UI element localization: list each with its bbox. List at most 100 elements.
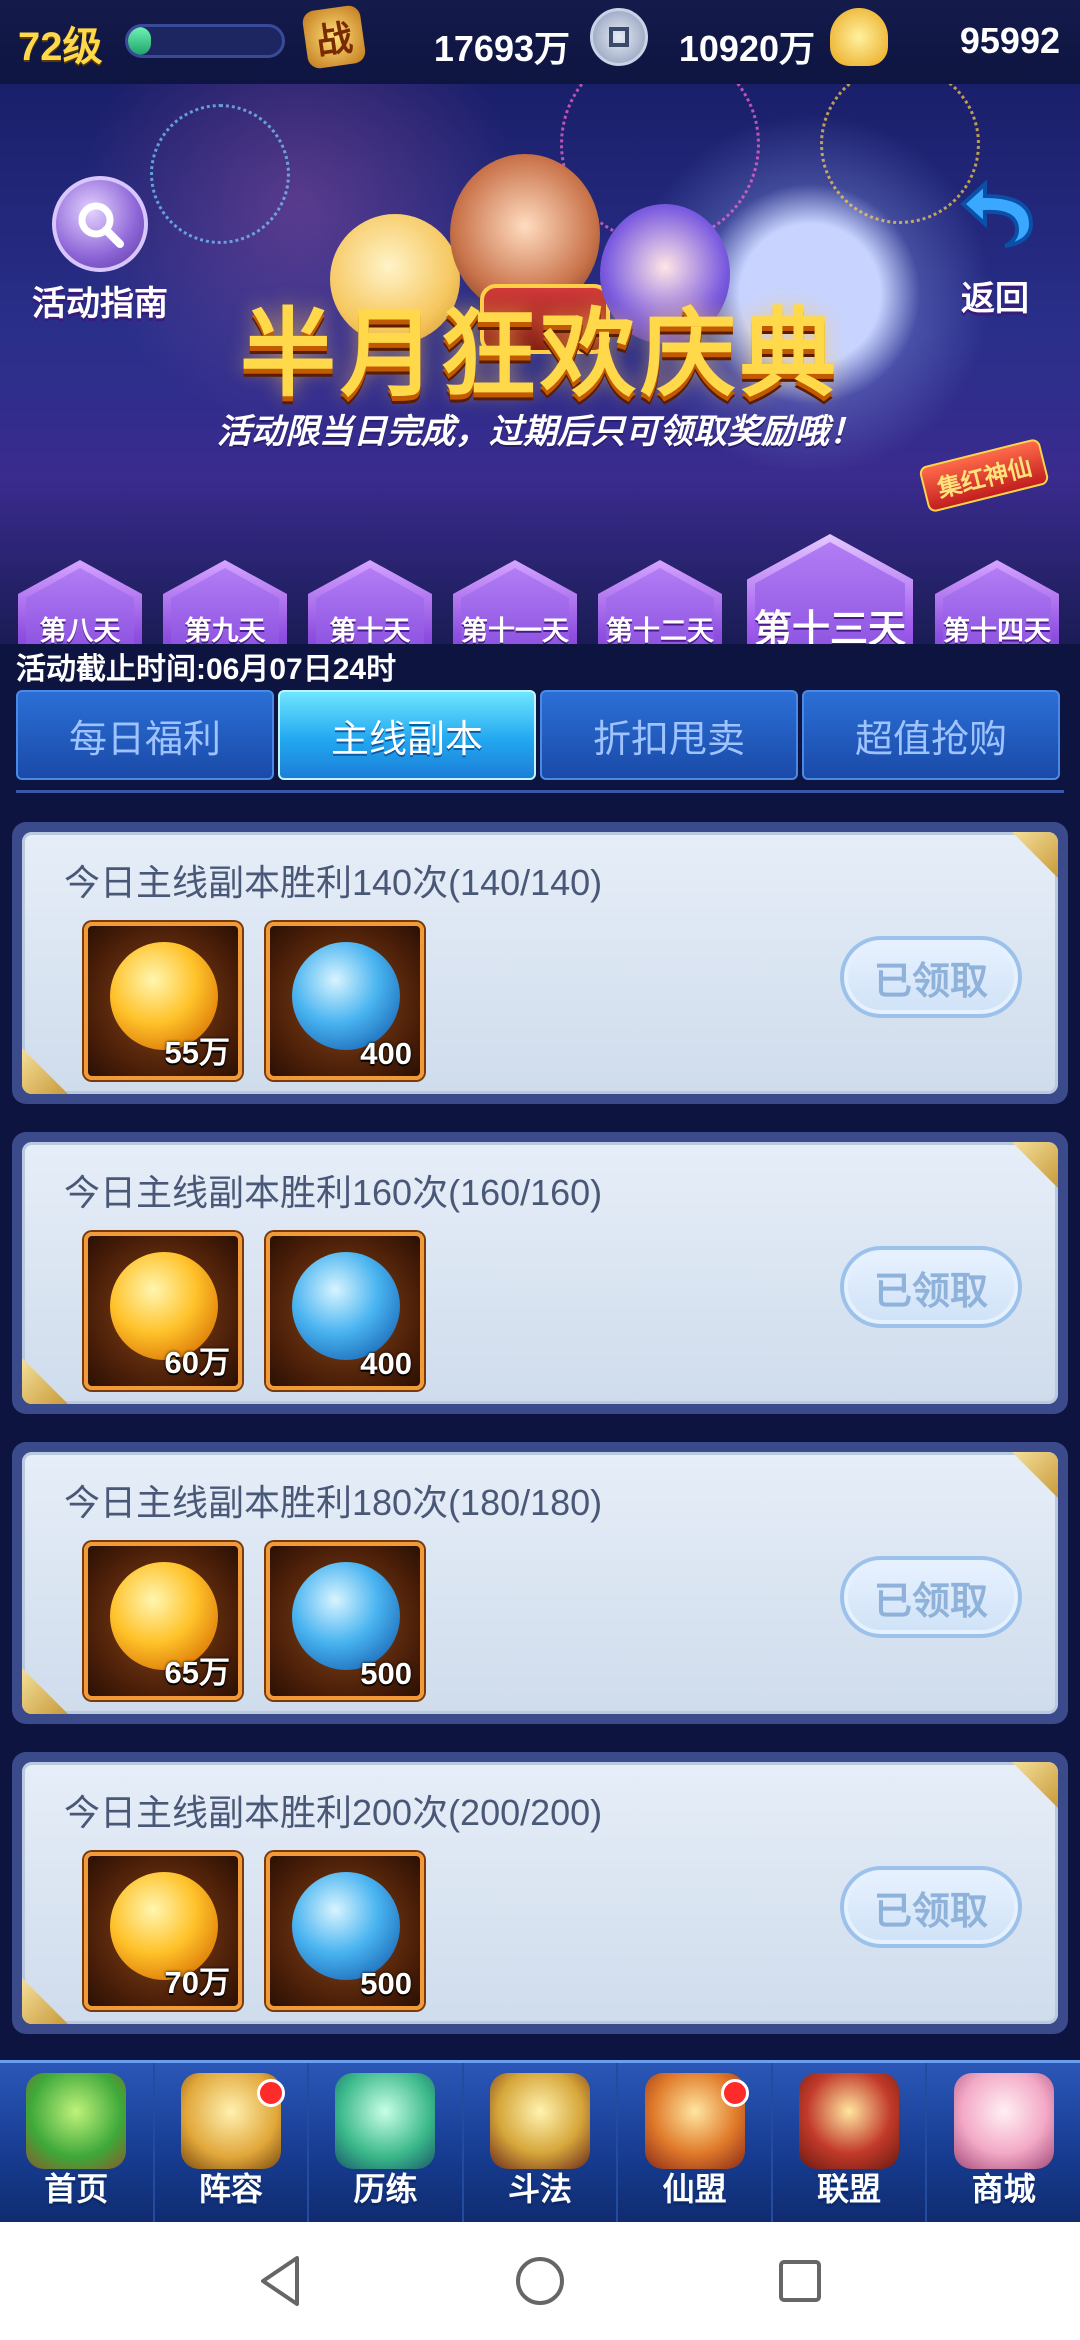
corner-ornament	[1012, 1762, 1058, 1808]
reward-amount: 65万	[164, 1655, 230, 1690]
reward-amount: 70万	[164, 1965, 230, 2000]
task-card: 今日主线副本胜利200次(200/200) 70万 500 已领取	[12, 1752, 1068, 2034]
nav-home[interactable]: 首页	[0, 2063, 155, 2222]
player-level: 72级	[18, 25, 103, 69]
tab-discount-sale[interactable]: 折扣甩卖	[540, 690, 798, 780]
power-icon: 战	[301, 4, 367, 70]
corner-ornament	[22, 1358, 68, 1404]
corner-ornament	[1012, 1142, 1058, 1188]
day-tab-13[interactable]: 第十三天	[747, 534, 913, 644]
nav-label: 阵容	[198, 2171, 263, 2207]
blue-orb-icon	[292, 942, 400, 1050]
island-icon	[26, 2073, 127, 2169]
nav-label: 首页	[44, 2171, 109, 2207]
reward-item-blue[interactable]: 500	[266, 1542, 424, 1700]
home-circle-icon[interactable]	[510, 2251, 570, 2311]
day-tab-label: 第九天	[184, 615, 266, 645]
day-tab-14[interactable]: 第十四天	[935, 560, 1059, 644]
reward-amount: 500	[360, 1656, 412, 1691]
claimed-button[interactable]: 已领取	[840, 1246, 1022, 1328]
day-tab-label: 第十三天	[753, 608, 906, 645]
blue-orb-icon	[292, 1562, 400, 1670]
tab-daily-benefits[interactable]: 每日福利	[16, 690, 274, 780]
event-subtitle: 活动限当日完成，过期后只可领取奖励哦！	[217, 413, 863, 451]
reward-amount: 55万	[164, 1035, 230, 1070]
top-status-bar: 72级 战 17693万 10920万 95992	[0, 0, 1080, 84]
category-tabs: 每日福利 主线副本 折扣甩卖 超值抢购	[16, 690, 1080, 780]
reward-amount: 500	[360, 1966, 412, 2001]
level-progress-fill	[128, 27, 152, 55]
reward-item-gold[interactable]: 60万	[84, 1232, 242, 1390]
day-selector: 第八天 第九天 第十天 第十一天 第十二天 第十三天 第十四天	[0, 534, 1080, 644]
reward-item-gold[interactable]: 65万	[84, 1542, 242, 1700]
nav-label: 仙盟	[662, 2171, 727, 2207]
day-tab-11[interactable]: 第十一天	[453, 560, 577, 644]
sword-icon	[490, 2073, 591, 2169]
recents-square-icon[interactable]	[770, 2251, 830, 2311]
reward-item-blue[interactable]: 400	[266, 922, 424, 1080]
day-tab-9[interactable]: 第九天	[163, 560, 287, 644]
nav-training[interactable]: 历练	[309, 2063, 464, 2222]
reward-amount: 400	[360, 1346, 412, 1381]
search-icon	[52, 176, 148, 272]
task-card: 今日主线副本胜利180次(180/180) 65万 500 已领取	[12, 1442, 1068, 1724]
gourd-icon	[335, 2073, 436, 2169]
task-title: 今日主线副本胜利180次(180/180)	[64, 1482, 603, 1523]
level-progress-bar	[125, 24, 285, 58]
shop-girl-icon	[953, 2073, 1054, 2169]
notification-dot	[720, 2079, 749, 2107]
tab-main-dungeon[interactable]: 主线副本	[278, 690, 536, 780]
nav-formation[interactable]: 阵容	[155, 2063, 310, 2222]
alliance-banner-icon	[799, 2073, 900, 2169]
gold-ingot-icon	[830, 8, 888, 66]
reward-item-gold[interactable]: 70万	[84, 1852, 242, 2010]
day-tab-8[interactable]: 第八天	[18, 560, 142, 644]
tab-divider	[16, 790, 1064, 793]
day-tab-label: 第十天	[329, 615, 411, 645]
nav-label: 斗法	[508, 2171, 573, 2207]
corner-ornament	[22, 1048, 68, 1094]
coin-value: 10920万	[678, 28, 815, 69]
nav-shop[interactable]: 商城	[927, 2063, 1080, 2222]
task-title: 今日主线副本胜利200次(200/200)	[64, 1792, 603, 1833]
nav-alliance[interactable]: 联盟	[773, 2063, 928, 2222]
tab-flash-purchase[interactable]: 超值抢购	[802, 690, 1060, 780]
nav-guild[interactable]: 仙盟	[618, 2063, 773, 2222]
day-tab-10[interactable]: 第十天	[308, 560, 432, 644]
day-tab-label: 第十四天	[943, 615, 1051, 645]
claimed-button[interactable]: 已领取	[840, 1866, 1022, 1948]
task-card: 今日主线副本胜利160次(160/160) 60万 400 已领取	[12, 1132, 1068, 1414]
notification-dot	[257, 2079, 286, 2107]
event-deadline: 活动截止时间:06月07日24时	[16, 653, 397, 686]
claimed-button[interactable]: 已领取	[840, 1556, 1022, 1638]
nav-label: 历练	[353, 2171, 418, 2207]
corner-ornament	[22, 1978, 68, 2024]
day-tab-label: 第十二天	[606, 615, 714, 645]
bottom-navigation: 首页 阵容 历练 斗法 仙盟 联盟 商城	[0, 2060, 1080, 2222]
reward-item-blue[interactable]: 500	[266, 1852, 424, 2010]
system-navigation-bar	[0, 2222, 1080, 2340]
reward-item-gold[interactable]: 55万	[84, 922, 242, 1080]
day-tab-12[interactable]: 第十二天	[598, 560, 722, 644]
corner-ornament	[1012, 1452, 1058, 1498]
nav-label: 联盟	[817, 2171, 882, 2207]
back-triangle-icon[interactable]	[250, 2251, 310, 2311]
task-title: 今日主线副本胜利160次(160/160)	[64, 1172, 603, 1213]
event-banner: 活动指南 返回 半月狂欢庆典 活动限当日完成，过期后只可领取奖励哦！ 第八天 第…	[0, 84, 1080, 644]
blue-orb-icon	[292, 1252, 400, 1360]
gold-value: 95992	[959, 20, 1060, 61]
task-title: 今日主线副本胜利140次(140/140)	[64, 862, 603, 903]
reward-amount: 400	[360, 1036, 412, 1071]
day-tab-label: 第八天	[39, 615, 121, 645]
nav-duel[interactable]: 斗法	[464, 2063, 619, 2222]
nav-label: 商城	[971, 2171, 1036, 2207]
corner-ornament	[1012, 832, 1058, 878]
power-value: 17693万	[433, 28, 570, 69]
blue-orb-icon	[292, 1872, 400, 1980]
event-title: 半月狂欢庆典	[240, 298, 840, 410]
claimed-button[interactable]: 已领取	[840, 936, 1022, 1018]
reward-item-blue[interactable]: 400	[266, 1232, 424, 1390]
task-card: 今日主线副本胜利140次(140/140) 55万 400 已领取	[12, 822, 1068, 1104]
day-tab-label: 第十一天	[461, 615, 569, 645]
corner-ornament	[22, 1668, 68, 1714]
